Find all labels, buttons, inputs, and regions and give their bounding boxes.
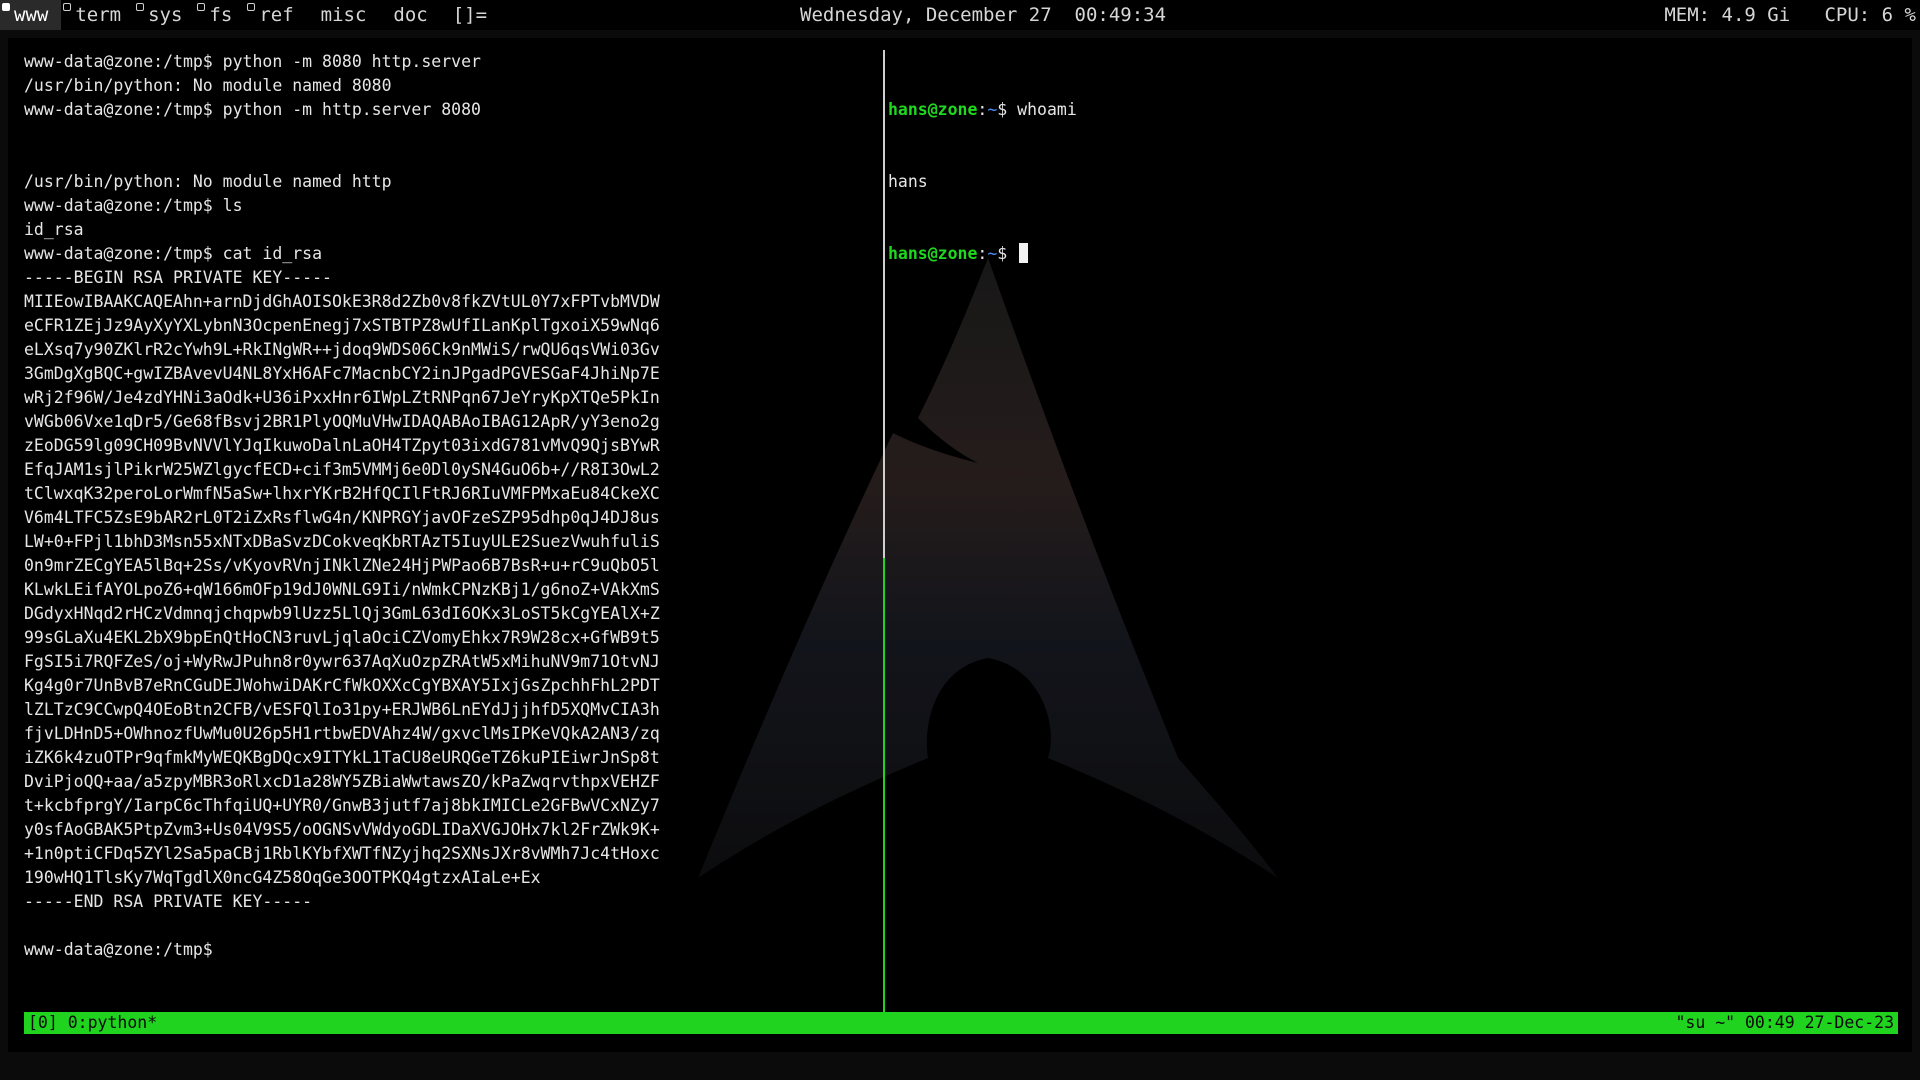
prompt-path: ~: [987, 244, 998, 263]
workspace-ref[interactable]: ref: [245, 0, 306, 30]
terminal-line: 0n9mrZECgYEA5lBq+2Ss/vKyovRVnjINklZNe24H…: [24, 556, 660, 575]
terminal-line: LW+0+FPjl1bhD3Msn55xNTxDBaSvzDCokveqKbRT…: [24, 532, 660, 551]
workspace-indicator-icon: [2, 3, 10, 11]
terminal-line: www-data@zone:/tmp$ ls: [24, 196, 243, 215]
terminal-line: iZK6k4zuOTPr9qfmkMyWEQKBgDQcx9ITYkL1TaCU…: [24, 748, 660, 767]
terminal-line: DviPjoQQ+aa/a5zpyMBR3oRlxcD1a28WY5ZBiaWw…: [24, 772, 660, 791]
clock: Wednesday, December 27 00:49:34: [800, 4, 1167, 26]
workspace-label: sys: [148, 4, 183, 26]
terminal-line: Kg4g0r7UnBvB7eRnCGuDEJWohwiDAKrCfWkOXXcC…: [24, 676, 660, 695]
workspace-indicator-icon: [136, 3, 145, 11]
terminal-line: 190wHQ1TlsKy7WqTgdlX0ncG4Z58OqGe3OOTPKQ4…: [24, 868, 541, 887]
pane-divider-active: [883, 558, 885, 1012]
terminal-line: -----END RSA PRIVATE KEY-----: [24, 892, 313, 911]
workspace-label: term: [75, 4, 122, 26]
terminal-line: wRj2f96W/Je4zdYHNi3aOdk+U36iPxxHnr6IWpLZ…: [24, 388, 660, 407]
prompt-symbol: $: [997, 100, 1008, 119]
terminal-line: MIIEowIBAAKCAQEAhn+arnDjdGhAOISOkE3R8d2Z…: [24, 292, 660, 311]
prompt-user: hans@zone: [888, 100, 978, 119]
terminal-line: www-data@zone:/tmp$ cat id_rsa: [24, 244, 323, 263]
terminal-line: DGdyxHNqd2rHCzVdmnqjchqpwb9lUzz5LlQj3GmL…: [24, 604, 660, 623]
status-session[interactable]: [0] 0:python*: [24, 1012, 161, 1034]
workspace-misc[interactable]: misc: [307, 0, 380, 30]
terminal-line: /usr/bin/python: No module named http: [24, 172, 392, 191]
workspace-doc[interactable]: doc: [379, 0, 440, 30]
terminal-line: V6m4LTFC5ZsE9bAR2rL0T2iZxRsflwG4n/KNPRGY…: [24, 508, 660, 527]
terminal-line: 99sGLaXu4EKL2bX9bpEnQtHoCN3ruvLjqlaOciCZ…: [24, 628, 660, 647]
terminal-line: +1n0ptiCFDq5ZYl2Sa5paCBj1RblKYbfXWTfNZyj…: [24, 844, 660, 863]
terminal-line: t+kcbfprgY/IarpC6cThfqiUQ+UYR0/GnwB3jutf…: [24, 796, 660, 815]
pane-divider-top: [883, 50, 885, 558]
pane-divider[interactable]: [883, 50, 885, 1012]
terminal-line: 3GmDgXgBQC+gwIZBAvevU4NL8YxH6AFc7MacnbCY…: [24, 364, 660, 383]
tmux-status-bar: [0] 0:python* "su ~" 00:49 27-Dec-23: [24, 1012, 1898, 1034]
top-bar: www term sys fs ref misc doc []= Wednesd…: [0, 0, 1920, 30]
workspace-indicator-icon: [247, 3, 256, 11]
terminal-line: KLwkLEifAYOLpoZ6+qW166mOFp19dJ0WNLG9Ii/n…: [24, 580, 660, 599]
terminal-line: www-data@zone:/tmp$ python -m 8080 http.…: [24, 52, 481, 71]
terminal-line: /usr/bin/python: No module named 8080: [24, 76, 392, 95]
workspace-label: ref: [259, 4, 294, 26]
terminal-line: eCFR1ZEjJz9AyXyYXLybnN3OcpenEnegj7xSTBTP…: [24, 316, 660, 335]
prompt-path: ~: [987, 100, 998, 119]
terminal-window[interactable]: www-data@zone:/tmp$ python -m 8080 http.…: [8, 38, 1912, 1052]
terminal-line: -----BEGIN RSA PRIVATE KEY-----: [24, 268, 332, 287]
workspace-www[interactable]: www: [0, 0, 62, 30]
left-pane[interactable]: www-data@zone:/tmp$ python -m 8080 http.…: [24, 50, 884, 1010]
terminal-line: hans@zone:~$ whoami: [888, 98, 1888, 122]
workspace-label: misc: [320, 4, 367, 26]
terminal-line: vWGb06Vxe1qDr5/Ge68fBsvj2BR1PlyOQMuVHwID…: [24, 412, 660, 431]
workspace-fs[interactable]: fs: [195, 0, 245, 30]
workspace-sys[interactable]: sys: [134, 0, 195, 30]
workspace-label: fs: [209, 4, 233, 26]
terminal-line: tClwxqK32peroLorWmfN5aSw+lhxrYKrB2HfQCIl…: [24, 484, 660, 503]
prompt-symbol: $: [997, 244, 1008, 263]
workspace-indicator-icon: [197, 3, 206, 11]
terminal-line: zEoDG59lg09CH09BvNVVlYJqIkuwoDalnLaOH4TZ…: [24, 436, 660, 455]
right-pane[interactable]: hans@zone:~$ whoami hans hans@zone:~$: [888, 50, 1888, 1010]
text-cursor: [1019, 243, 1029, 263]
workspace-term[interactable]: term: [61, 0, 134, 30]
prompt-separator: :: [977, 244, 988, 263]
terminal-output: hans: [888, 172, 928, 191]
terminal-line: EfqJAM1sjlPikrW25WZlgycfECD+cif3m5VMMj6e…: [24, 460, 660, 479]
workspace-list: www term sys fs ref misc doc []=: [0, 0, 500, 30]
layout-indicator[interactable]: []=: [441, 0, 500, 30]
prompt-separator: :: [977, 100, 988, 119]
terminal-line: lZLTzC9CCwpQ4OEoBtn2CFB/vESFQlIo31py+ERJ…: [24, 700, 660, 719]
workspace-label: doc: [393, 4, 428, 26]
workspace-label: www: [14, 4, 49, 26]
terminal-line: www-data@zone:/tmp$ python -m http.serve…: [24, 100, 481, 119]
terminal-line: y0sfAoGBAK5PtpZvm3+Us04V9S5/oOGNSvVWdyoG…: [24, 820, 660, 839]
terminal-line: FgSI5i7RQFZeS/oj+WyRwJPuhn8r0ywr637AqXuO…: [24, 652, 660, 671]
terminal-line: eLXsq7y90ZKlrR2cYwh9L+RkINgWR++jdoq9WDS0…: [24, 340, 660, 359]
command-text: whoami: [1007, 100, 1077, 119]
terminal-line: fjvLDHnD5+OWhnozfUwMu0U26p5H1rtbwEDVAhz4…: [24, 724, 660, 743]
system-stats: MEM: 4.9 Gi CPU: 6 %: [1664, 4, 1916, 26]
terminal-line: www-data@zone:/tmp$: [24, 940, 213, 959]
status-info: "su ~" 00:49 27-Dec-23: [1675, 1013, 1894, 1032]
terminal-line[interactable]: hans@zone:~$: [888, 242, 1888, 266]
prompt-user: hans@zone: [888, 244, 978, 263]
workspace-indicator-icon: [63, 3, 72, 11]
terminal-line: id_rsa: [24, 220, 84, 239]
